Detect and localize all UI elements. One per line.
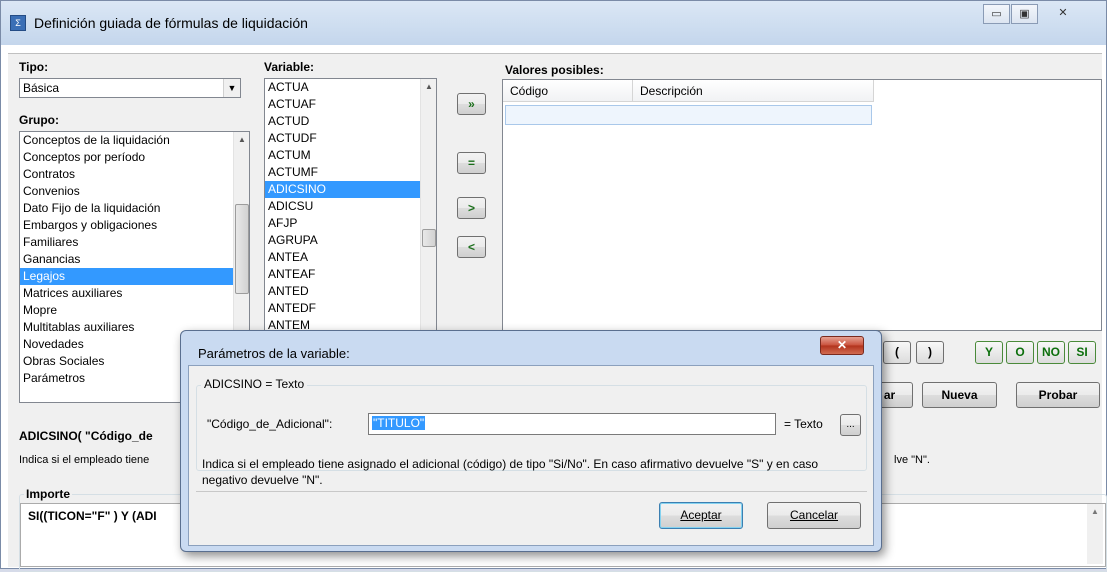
list-item[interactable]: Ganancias (20, 251, 249, 268)
minimize-button[interactable]: ▭ (983, 4, 1010, 24)
dialog-close-button[interactable]: ✕ (820, 336, 864, 355)
title-bar[interactable]: Σ Definición guiada de fórmulas de liqui… (1, 1, 1106, 45)
list-item[interactable]: ACTUM (265, 147, 436, 164)
list-item[interactable]: ANTEAF (265, 266, 436, 283)
list-item[interactable]: ACTUA (265, 79, 436, 96)
dialog-description: Indica si el empleado tiene asignado el … (202, 457, 819, 487)
close-button[interactable]: ✕ (1039, 4, 1087, 24)
tipo-label: Tipo: (19, 60, 49, 74)
formula-text: SI((TICON="F" ) Y (ADI (28, 509, 157, 523)
app-icon: Σ (10, 15, 26, 31)
grid-row[interactable] (505, 105, 872, 125)
list-item[interactable]: ANTED (265, 283, 436, 300)
param-value: "TITULO" (372, 416, 426, 430)
variable-signature: ADICSINO( "Código_de (19, 429, 153, 443)
param-input[interactable]: "TITULO" (368, 413, 776, 435)
variable-group-title: ADICSINO = Texto (201, 377, 308, 391)
list-item[interactable]: ACTUDF (265, 130, 436, 147)
list-item[interactable]: ACTUMF (265, 164, 436, 181)
o-button[interactable]: O (1006, 341, 1034, 364)
variable-label: Variable: (264, 60, 315, 74)
nueva-button[interactable]: Nueva (922, 382, 997, 408)
col-header-codigo[interactable]: Código (503, 80, 633, 102)
valores-label: Valores posibles: (505, 63, 604, 77)
list-item[interactable]: ACTUD (265, 113, 436, 130)
list-item[interactable]: Conceptos por período (20, 149, 249, 166)
parameters-dialog: Parámetros de la variable: ✕ ADICSINO = … (180, 330, 882, 552)
window-title: Definición guiada de fórmulas de liquida… (34, 15, 308, 31)
list-item[interactable]: ADICSU (265, 198, 436, 215)
valores-grid[interactable]: Código Descripción (502, 79, 1102, 331)
list-item[interactable]: Matrices auxiliares (20, 285, 249, 302)
paren-open-button[interactable]: ( (883, 341, 911, 364)
paren-close-button[interactable]: ) (916, 341, 944, 364)
param-type-label: = Texto (784, 417, 823, 431)
chevron-down-icon[interactable]: ▼ (223, 79, 240, 97)
browse-button[interactable]: ... (840, 414, 861, 436)
param-label: "Código_de_Adicional": (207, 417, 333, 431)
list-item[interactable]: AFJP (265, 215, 436, 232)
variable-list[interactable]: ACTUA ACTUAF ACTUD ACTUDF ACTUM ACTUMF ADICSIN… (264, 78, 437, 334)
list-item[interactable]: Conceptos de la liquidación (20, 132, 249, 149)
list-item[interactable]: Legajos (20, 268, 249, 285)
divider (196, 491, 867, 492)
list-item[interactable]: ADICSINO (265, 181, 436, 198)
list-item[interactable]: Mopre (20, 302, 249, 319)
remove-button[interactable]: < (457, 236, 486, 258)
importe-label: Importe (24, 487, 73, 501)
tipo-value: Básica (23, 81, 60, 95)
dialog-body: ADICSINO = Texto "Código_de_Adicional": … (188, 365, 874, 546)
si-button[interactable]: SI (1068, 341, 1096, 364)
scroll-up-icon[interactable]: ▲ (234, 132, 249, 148)
y-button[interactable]: Y (975, 341, 1003, 364)
add-all-button[interactable]: » (457, 93, 486, 115)
list-item[interactable]: ACTUAF (265, 96, 436, 113)
list-item[interactable]: ANTEDF (265, 300, 436, 317)
list-item[interactable]: Convenios (20, 183, 249, 200)
cancel-button[interactable]: Cancelar (767, 502, 861, 529)
importe-scrollbar[interactable]: ▲ (1087, 504, 1103, 564)
no-button[interactable]: NO (1037, 341, 1065, 364)
list-item[interactable]: Familiares (20, 234, 249, 251)
list-item[interactable]: AGRUPA (265, 232, 436, 249)
add-button[interactable]: > (457, 197, 486, 219)
probar-button[interactable]: Probar (1016, 382, 1100, 408)
scroll-thumb[interactable] (422, 229, 436, 247)
col-header-descripcion[interactable]: Descripción (633, 80, 874, 102)
accept-button[interactable]: Aceptar (659, 502, 743, 529)
variable-description-right: lve "N". (894, 454, 930, 466)
variable-description-left: Indica si el empleado tiene (19, 454, 150, 466)
scroll-thumb[interactable] (235, 204, 249, 294)
scroll-up-icon[interactable]: ▲ (1087, 504, 1103, 520)
list-item[interactable]: Contratos (20, 166, 249, 183)
scroll-up-icon[interactable]: ▲ (421, 79, 436, 95)
variable-scrollbar[interactable]: ▲ (420, 79, 436, 333)
tipo-combo[interactable]: Básica ▼ (19, 78, 241, 98)
equals-button[interactable]: = (457, 152, 486, 174)
maximize-button[interactable]: ▣ (1011, 4, 1038, 24)
list-item[interactable]: Embargos y obligaciones (20, 217, 249, 234)
list-item[interactable]: ANTEA (265, 249, 436, 266)
list-item[interactable]: Dato Fijo de la liquidación (20, 200, 249, 217)
dialog-title: Parámetros de la variable: (198, 346, 350, 361)
grupo-label: Grupo: (19, 113, 59, 127)
